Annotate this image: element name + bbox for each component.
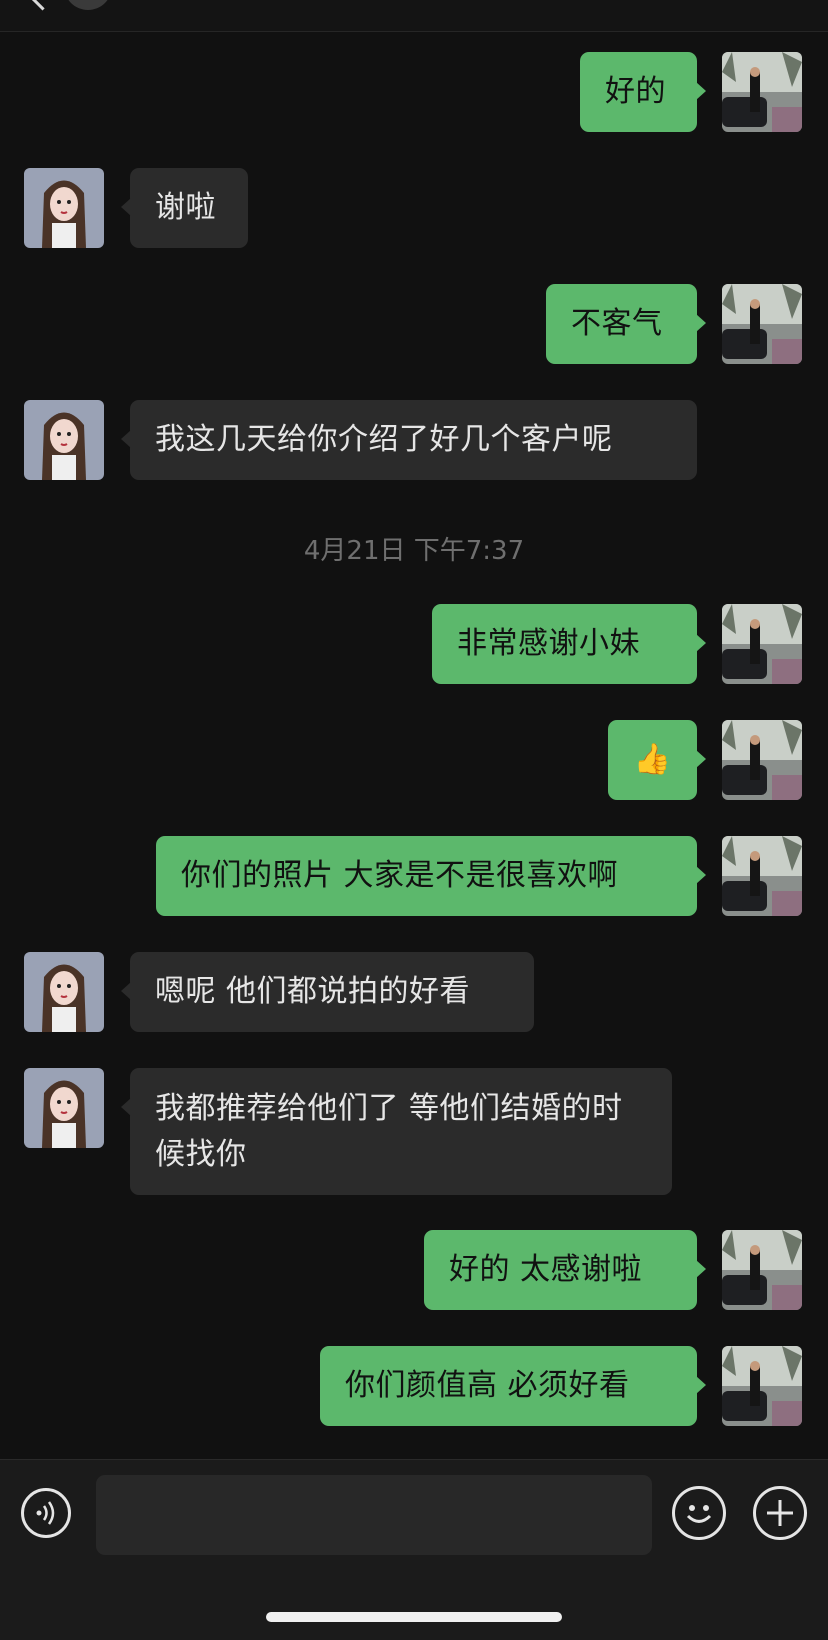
message-bubble-sent[interactable]: 非常感谢小妹 xyxy=(432,604,706,684)
contact-avatar[interactable] xyxy=(24,952,104,1032)
message-bubble-sent[interactable]: 不客气 xyxy=(546,284,706,364)
message-bubble-sent[interactable]: 👍 xyxy=(608,720,706,800)
message-timestamp: 4月21日 下午7:37 xyxy=(303,536,525,566)
message-input[interactable] xyxy=(96,1475,652,1555)
my-avatar[interactable] xyxy=(722,604,802,684)
my-avatar[interactable] xyxy=(722,1346,802,1426)
message-bubble-sent[interactable]: 好的 太感谢啦 xyxy=(424,1230,706,1310)
message-bubble-received[interactable]: 嗯呢 他们都说拍的好看 xyxy=(121,952,534,1032)
plus-icon[interactable] xyxy=(753,1486,807,1540)
my-avatar[interactable] xyxy=(722,720,802,800)
contact-avatar[interactable] xyxy=(24,1068,104,1148)
my-avatar[interactable] xyxy=(722,836,802,916)
my-avatar[interactable] xyxy=(722,52,802,132)
message-bubble-sent[interactable]: 你们的照片 大家是不是很喜欢啊 xyxy=(156,836,706,916)
message-bubble-received[interactable]: 我这几天给你介绍了好几个客户呢 xyxy=(121,400,697,480)
voice-input-icon[interactable] xyxy=(21,1488,71,1538)
my-avatar[interactable] xyxy=(722,1230,802,1310)
message-bubble-received[interactable]: 我都推荐给他们了 等他们结婚的时候找你 xyxy=(121,1068,672,1195)
my-avatar[interactable] xyxy=(722,284,802,364)
home-indicator[interactable] xyxy=(266,1612,562,1622)
message-bubble-sent[interactable]: 你们颜值高 必须好看 xyxy=(320,1346,706,1426)
message-bubble-received[interactable]: 谢啦 xyxy=(121,168,248,248)
message-bubble-sent[interactable]: 好的 xyxy=(580,52,706,132)
header-avatar[interactable] xyxy=(64,0,112,10)
contact-avatar[interactable] xyxy=(24,400,104,480)
contact-avatar[interactable] xyxy=(24,168,104,248)
back-chevron-icon[interactable] xyxy=(30,0,55,11)
emoji-icon[interactable] xyxy=(672,1486,726,1540)
chat-header xyxy=(0,0,828,32)
